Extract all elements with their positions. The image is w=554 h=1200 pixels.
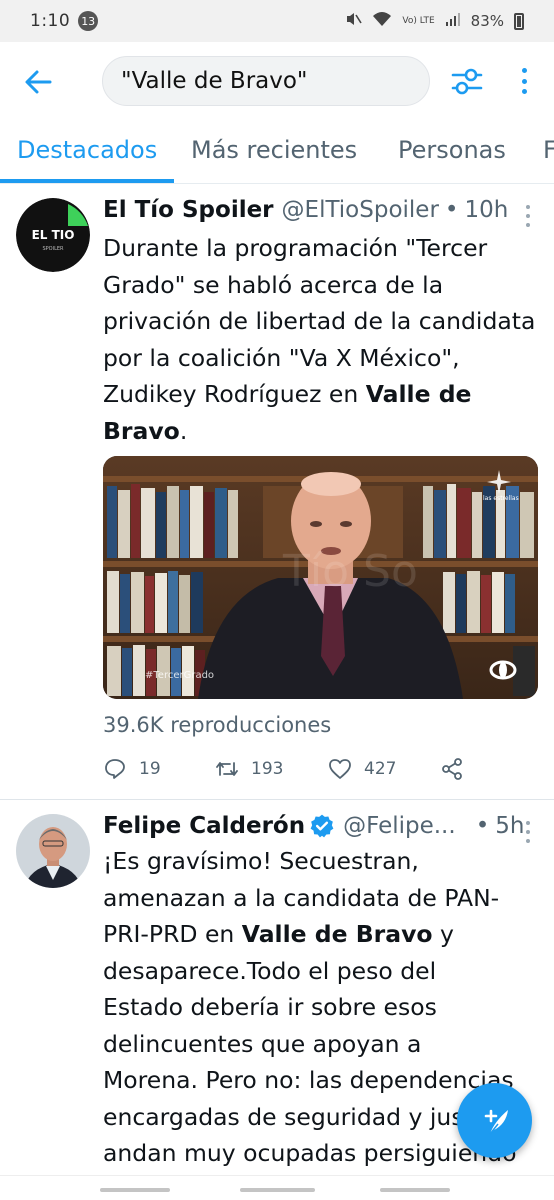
status-time: 1:10 — [30, 11, 71, 31]
timestamp[interactable]: 10h — [465, 197, 509, 223]
retweet-count: 193 — [251, 759, 284, 779]
search-header: "Valle de Bravo" — [0, 42, 554, 122]
search-query: "Valle de Bravo" — [121, 68, 308, 94]
search-input[interactable]: "Valle de Bravo" — [102, 56, 430, 106]
back-button[interactable] — [22, 64, 54, 100]
tweet-menu-button[interactable] — [522, 821, 534, 843]
svg-text:EL TIO: EL TIO — [32, 228, 75, 242]
search-tabs: Destacados Más recientes Personas F — [0, 122, 554, 184]
timestamp[interactable]: 5h — [495, 813, 524, 839]
share-button[interactable] — [440, 757, 464, 781]
wifi-icon — [372, 11, 392, 31]
video-thumbnail[interactable]: Tío So #TercerGrado las estrellas — [103, 456, 538, 699]
separator-dot: • — [444, 197, 459, 223]
tab-next[interactable]: F — [543, 136, 554, 164]
display-name[interactable]: El Tío Spoiler — [103, 197, 274, 223]
tweet-menu-button[interactable] — [522, 205, 534, 227]
retweet-icon — [216, 762, 238, 776]
eltio-logo: EL TIO SPOILER — [16, 198, 90, 272]
separator-dot: • — [475, 813, 490, 839]
avatar[interactable] — [16, 814, 90, 888]
reply-count: 19 — [139, 759, 161, 779]
video-watermark: Tío So — [282, 546, 418, 597]
tweet-text: ¡Es gravísimo! Secuestran, amenazan a la… — [103, 847, 517, 1200]
heart-icon — [329, 759, 351, 779]
status-bar: 1:10 13 Vo) LTE 83% — [0, 0, 554, 42]
system-navigation-bar — [0, 1175, 554, 1200]
notification-count-badge: 13 — [78, 11, 99, 31]
tweet-header: Felipe Calderón @Felipe... • 5h — [103, 813, 524, 839]
video-frame: Tío So #TercerGrado las estrellas — [103, 456, 538, 699]
mute-icon — [344, 10, 363, 32]
profile-photo — [16, 814, 90, 888]
display-name[interactable]: Felipe Calderón — [103, 813, 305, 839]
more-options-button[interactable] — [510, 64, 538, 98]
arrow-left-icon — [25, 70, 52, 94]
filter-button[interactable] — [450, 64, 484, 98]
tab-destacados[interactable]: Destacados — [17, 136, 157, 164]
video-hashtag: #TercerGrado — [145, 670, 214, 681]
verified-badge-icon — [309, 813, 335, 839]
network-type: Vo) LTE — [402, 15, 435, 26]
like-count: 427 — [364, 759, 397, 779]
share-icon — [442, 758, 462, 780]
handle[interactable]: @ElTioSpoiler — [282, 197, 439, 223]
view-count: 39.6K reproducciones — [103, 713, 332, 737]
like-button[interactable]: 427 — [328, 757, 396, 781]
search-term-highlight: Valle de Bravo — [241, 920, 433, 948]
battery-icon — [514, 12, 524, 30]
tweet-actions: 19 193 427 — [103, 757, 543, 787]
avatar[interactable]: EL TIO SPOILER — [16, 198, 90, 272]
reply-button[interactable]: 19 — [103, 757, 161, 781]
tab-personas[interactable]: Personas — [398, 136, 506, 164]
battery-percent: 83% — [470, 12, 504, 30]
tweet-text: Durante la programación "Tercer Grado" s… — [103, 234, 536, 445]
reply-icon — [105, 759, 125, 779]
tab-mas-recientes[interactable]: Más recientes — [191, 136, 357, 164]
retweet-button[interactable]: 193 — [215, 757, 283, 781]
nav-back[interactable] — [380, 1188, 450, 1192]
status-icons: Vo) LTE 83% — [344, 10, 524, 32]
handle[interactable]: @Felipe... — [343, 813, 456, 839]
feather-plus-icon — [484, 1109, 508, 1134]
svg-text:SPOILER: SPOILER — [42, 246, 64, 252]
nav-home[interactable] — [240, 1188, 315, 1192]
tweet-header: El Tío Spoiler @ElTioSpoiler • 10h — [103, 197, 508, 223]
signal-icon — [445, 11, 461, 31]
compose-tweet-button[interactable] — [457, 1083, 532, 1158]
sliders-icon — [451, 68, 483, 95]
active-tab-indicator — [0, 179, 174, 183]
nav-recents[interactable] — [100, 1188, 170, 1192]
channel-brand: las estrellas — [483, 495, 519, 502]
